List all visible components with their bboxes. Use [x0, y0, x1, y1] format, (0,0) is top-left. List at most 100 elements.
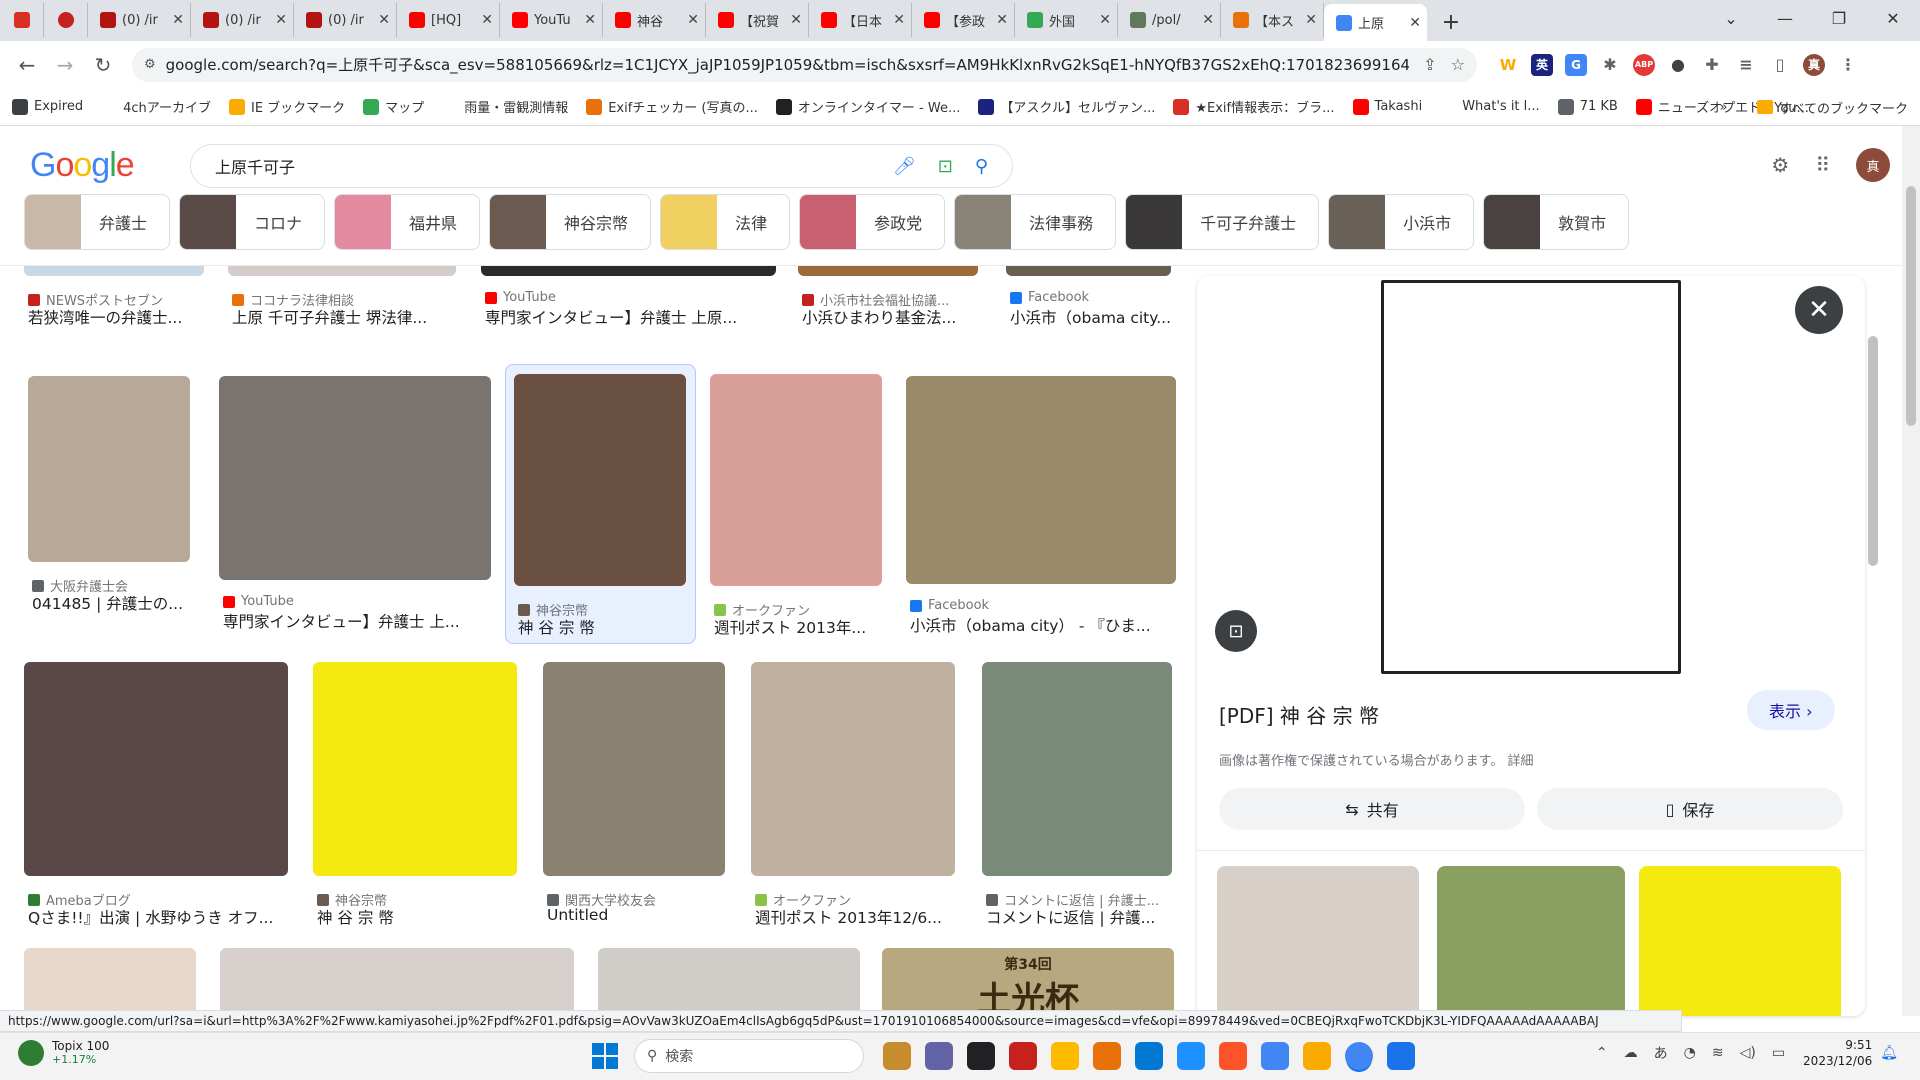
page-scroll-thumb[interactable]: [1906, 186, 1916, 426]
google-logo[interactable]: Google: [30, 146, 135, 185]
extension-icon[interactable]: W: [1497, 54, 1519, 76]
result-thumbnail[interactable]: 第34回 土光杯: [882, 948, 1174, 1016]
related-chip[interactable]: 小浜市: [1328, 194, 1475, 250]
all-bookmarks-button[interactable]: すべてのブックマーク: [1779, 98, 1908, 117]
result-thumbnail[interactable]: [1006, 266, 1171, 276]
ime-indicator[interactable]: あ: [1654, 1043, 1668, 1063]
taskbar-app-icon[interactable]: [1177, 1042, 1205, 1070]
address-bar[interactable]: ⚙ google.com/search?q=上原千可子&sca_esv=5881…: [132, 47, 1477, 82]
lens-search-button[interactable]: ⊡: [1215, 610, 1257, 652]
tab-close-icon[interactable]: ✕: [790, 12, 802, 28]
browser-tab[interactable]: [0, 3, 44, 37]
close-window-button[interactable]: ✕: [1866, 9, 1920, 28]
onedrive-icon[interactable]: ☁: [1624, 1045, 1638, 1061]
search-icon[interactable]: ⚲: [975, 156, 988, 177]
result-title[interactable]: 週刊ポスト 2013年12/6...: [755, 906, 959, 928]
tab-close-icon[interactable]: ✕: [1409, 15, 1421, 31]
notification-bell-icon[interactable]: 🔔︎: [1880, 1045, 1898, 1061]
share-button[interactable]: ⇆ 共有: [1219, 788, 1525, 830]
bookmark-item[interactable]: 【アスクル】セルヴァン...: [978, 97, 1155, 116]
tab-close-icon[interactable]: ✕: [1099, 12, 1111, 28]
result-title[interactable]: コメントに返信 | 弁護...: [986, 906, 1176, 928]
extension-icon[interactable]: G: [1565, 53, 1587, 76]
extension-icon[interactable]: 英: [1531, 53, 1553, 76]
result-thumbnail[interactable]: [28, 376, 190, 562]
stocks-widget[interactable]: Topix 100 +1.17%: [18, 1039, 109, 1066]
result-title[interactable]: 上原 千可子弁護士 堺法律...: [232, 306, 460, 328]
bookmark-item[interactable]: What's it l...: [1440, 98, 1540, 115]
search-box[interactable]: 上原千可子 🎤︎ ⊡ ⚲: [190, 144, 1013, 188]
result-title[interactable]: 小浜ひまわり基金法...: [802, 306, 982, 328]
browser-tab[interactable]: (0) /ir ✕: [88, 3, 191, 37]
result-thumbnail[interactable]: [219, 376, 491, 580]
lens-search-icon[interactable]: ⊡: [938, 156, 953, 177]
related-image[interactable]: [1217, 866, 1419, 1016]
related-chip[interactable]: 千可子弁護士: [1125, 194, 1320, 250]
taskbar-app-icon[interactable]: [1135, 1042, 1163, 1070]
result-title[interactable]: 若狭湾唯一の弁護士...: [28, 306, 208, 328]
extension-icon[interactable]: ≡: [1735, 54, 1757, 76]
extension-icon[interactable]: ▯: [1769, 54, 1791, 76]
bookmark-item[interactable]: Exifチェッカー (写真の...: [586, 97, 758, 116]
related-chip[interactable]: 参政党: [799, 194, 946, 250]
share-icon[interactable]: ⇪: [1423, 55, 1436, 74]
result-thumbnail[interactable]: [598, 948, 860, 1016]
browser-tab[interactable]: 上原 ✕: [1324, 4, 1427, 41]
result-thumbnail[interactable]: [24, 266, 204, 276]
taskbar-app-icon[interactable]: [1387, 1042, 1415, 1070]
result-title[interactable]: 専門家インタビュー】弁護士 上原...: [485, 306, 780, 328]
bookmark-item[interactable]: Expired: [12, 98, 83, 115]
related-chip[interactable]: 法律: [660, 194, 791, 250]
related-chip[interactable]: 福井県: [334, 194, 481, 250]
taskbar-app-icon[interactable]: [1219, 1042, 1247, 1070]
result-title[interactable]: 小浜市（obama city...: [1010, 306, 1175, 328]
panel-scrollbar[interactable]: [1865, 276, 1880, 1016]
page-scrollbar[interactable]: [1902, 126, 1920, 1016]
bookmark-item[interactable]: 71 KB: [1557, 98, 1618, 115]
extension-icon[interactable]: 真: [1803, 53, 1825, 76]
taskbar-app-icon[interactable]: [1261, 1042, 1289, 1070]
extension-icon[interactable]: ●: [1667, 54, 1689, 76]
bookmarks-overflow-button[interactable]: »: [1719, 100, 1727, 115]
related-chip[interactable]: コロナ: [179, 194, 326, 250]
result-thumbnail[interactable]: [906, 376, 1176, 584]
browser-tab[interactable]: 【本ス ✕: [1221, 3, 1324, 37]
search-input[interactable]: 上原千可子: [215, 154, 871, 178]
related-chip[interactable]: 弁護士: [24, 194, 171, 250]
tab-close-icon[interactable]: ✕: [481, 12, 493, 28]
taskbar-app-icon[interactable]: [1093, 1042, 1121, 1070]
result-thumbnail[interactable]: [543, 662, 725, 876]
result-thumbnail[interactable]: [481, 266, 776, 276]
minimize-button[interactable]: —: [1758, 9, 1812, 28]
tab-close-icon[interactable]: ✕: [378, 12, 390, 28]
voice-search-icon[interactable]: 🎤︎: [893, 156, 916, 177]
bookmark-item[interactable]: 4chアーカイブ: [101, 97, 211, 116]
result-title[interactable]: 専門家インタビュー】弁護士 上...: [223, 610, 495, 632]
tab-close-icon[interactable]: ✕: [893, 12, 905, 28]
taskbar-app-icon[interactable]: [967, 1042, 995, 1070]
result-thumbnail[interactable]: [751, 662, 955, 876]
browser-tab[interactable]: /pol/ ✕: [1118, 3, 1221, 37]
chevron-up-icon[interactable]: ⌃: [1596, 1045, 1608, 1061]
tab-close-icon[interactable]: ✕: [996, 12, 1008, 28]
wifi-icon[interactable]: ≋: [1712, 1045, 1724, 1061]
extension-icon[interactable]: ⋮: [1837, 54, 1859, 76]
ime-mode-icon[interactable]: ◔: [1684, 1045, 1696, 1061]
taskbar-app-icon[interactable]: [1303, 1042, 1331, 1070]
result-title[interactable]: Untitled: [547, 906, 729, 924]
result-title[interactable]: Qさま!!』出演 | 水野ゆうき オフ...: [28, 906, 292, 928]
taskbar-app-icon[interactable]: [1051, 1042, 1079, 1070]
bookmark-item[interactable]: マップ: [363, 97, 424, 116]
browser-tab[interactable]: 外国 ✕: [1015, 3, 1118, 37]
browser-tab[interactable]: 【日本 ✕: [809, 3, 912, 37]
taskbar-app-icon[interactable]: [1345, 1042, 1373, 1070]
taskbar-app-icon[interactable]: [883, 1042, 911, 1070]
save-button[interactable]: ▯ 保存: [1537, 788, 1843, 830]
result-thumbnail[interactable]: [710, 374, 882, 586]
new-tab-button[interactable]: +: [1437, 10, 1465, 35]
tab-close-icon[interactable]: ✕: [172, 12, 184, 28]
volume-icon[interactable]: ◁): [1740, 1045, 1756, 1061]
related-image[interactable]: [1639, 866, 1841, 1016]
result-source[interactable]: YouTube: [223, 594, 294, 609]
visit-button[interactable]: 表示 ›: [1747, 690, 1835, 730]
